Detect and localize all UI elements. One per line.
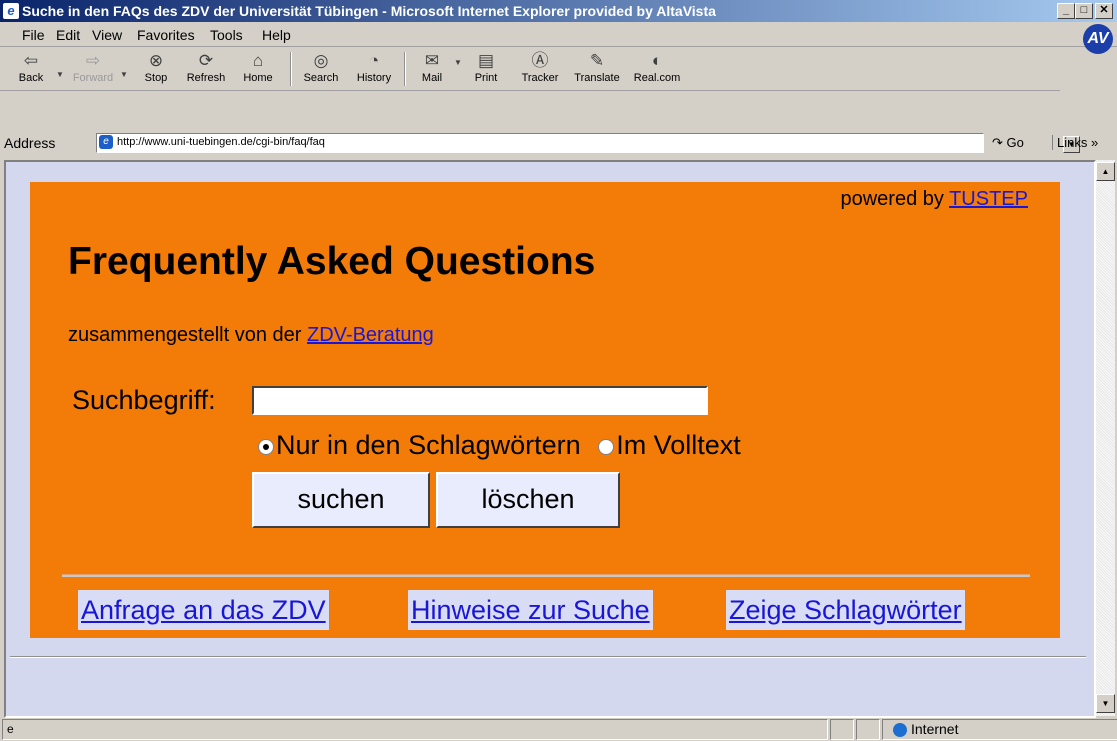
toolbar-separator	[404, 52, 406, 86]
search-scope: Nur in den Schlagwörtern Im Volltext	[258, 430, 741, 461]
back-button[interactable]: ⇦ Back	[10, 50, 52, 84]
radio-keywords[interactable]	[258, 438, 274, 455]
status-main: e	[2, 719, 828, 740]
altavista-logo: AV	[1083, 24, 1113, 54]
radio-fulltext[interactable]	[598, 438, 615, 455]
page-status-icon: e	[7, 722, 14, 736]
page-title: Frequently Asked Questions	[68, 240, 596, 283]
faq-panel: powered by TUSTEP Frequently Asked Quest…	[30, 182, 1060, 638]
mail-dropdown-icon[interactable]: ▼	[454, 58, 462, 67]
history-icon: ◔	[368, 51, 380, 70]
address-label: Address	[4, 135, 56, 151]
search-button-toolbar[interactable]: ◎ Search	[298, 50, 344, 84]
close-button[interactable]: ✕	[1095, 3, 1113, 19]
contact-zdv-link[interactable]: Anfrage an das ZDV	[78, 590, 329, 630]
status-bar: e Internet	[0, 717, 1117, 741]
window-title: Suche in den FAQs des ZDV der Universitä…	[22, 3, 716, 19]
address-url: http://www.uni-tuebingen.de/cgi-bin/faq/…	[117, 136, 325, 148]
forward-button[interactable]: ⇨ Forward	[68, 50, 118, 84]
status-pane	[830, 719, 854, 740]
tracker-button[interactable]: Ⓐ Tracker	[514, 50, 566, 84]
history-button[interactable]: ◔ History	[350, 50, 398, 84]
radio-fulltext-label: Im Volltext	[616, 430, 741, 460]
menu-bar: File Edit View Favorites Tools Help	[0, 24, 1117, 47]
zdv-beratung-link[interactable]: ZDV-Beratung	[307, 324, 434, 346]
mail-icon: ✉	[424, 51, 440, 70]
forward-dropdown-icon[interactable]: ▼	[120, 70, 128, 79]
realcom-icon: ◐	[651, 51, 663, 70]
powered-by: powered by TUSTEP	[840, 188, 1028, 210]
forward-arrow-icon: ⇨	[85, 51, 101, 70]
stop-icon: ⊗	[148, 51, 164, 70]
home-icon: ⌂	[252, 51, 264, 70]
search-icon: ◎	[313, 51, 329, 70]
mail-button[interactable]: ✉ Mail	[412, 50, 452, 84]
translate-button[interactable]: ✎ Translate	[568, 50, 626, 84]
clear-button[interactable]: löschen	[436, 472, 620, 528]
tustep-link[interactable]: TUSTEP	[949, 188, 1028, 210]
menu-tools[interactable]: Tools	[210, 27, 243, 43]
window-titlebar: e Suche in den FAQs des ZDV der Universi…	[0, 0, 1117, 22]
translate-icon: ✎	[589, 51, 605, 70]
divider	[62, 574, 1030, 577]
menu-help[interactable]: Help	[262, 27, 291, 43]
stop-button[interactable]: ⊗ Stop	[136, 50, 176, 84]
back-dropdown-icon[interactable]: ▼	[56, 70, 64, 79]
address-bar: Address e http://www.uni-tuebingen.de/cg…	[0, 132, 1117, 154]
page-viewport: powered by TUSTEP Frequently Asked Quest…	[4, 160, 1096, 718]
menu-file[interactable]: File	[22, 27, 45, 43]
radio-keywords-label: Nur in den Schlagwörtern	[276, 430, 581, 460]
tracker-icon: Ⓐ	[531, 51, 549, 70]
search-button[interactable]: suchen	[252, 472, 430, 528]
back-arrow-icon: ⇦	[23, 51, 39, 70]
ie-icon[interactable]: e	[3, 3, 19, 19]
refresh-icon: ⟳	[198, 51, 214, 70]
vertical-scrollbar[interactable]: ▲ ▼	[1096, 160, 1115, 716]
page-divider	[10, 656, 1086, 658]
status-pane	[856, 719, 880, 740]
address-input[interactable]: e http://www.uni-tuebingen.de/cgi-bin/fa…	[96, 133, 1080, 153]
links-button[interactable]: Links »	[1052, 135, 1098, 150]
page-subtitle: zusammengestellt von der ZDV-Beratung	[68, 324, 434, 346]
show-keywords-link[interactable]: Zeige Schlagwörter	[726, 590, 965, 630]
security-zone: Internet	[882, 719, 1117, 740]
realcom-button[interactable]: ◐ Real.com	[628, 50, 686, 84]
scroll-up-icon[interactable]: ▲	[1096, 162, 1115, 181]
minimize-button[interactable]: _	[1057, 3, 1075, 19]
search-label: Suchbegriff:	[72, 385, 216, 415]
search-help-link[interactable]: Hinweise zur Suche	[408, 590, 653, 630]
go-arrow-icon: ↷	[992, 135, 1003, 150]
print-icon: ▤	[477, 51, 495, 70]
go-button[interactable]: ↷ Go	[992, 135, 1024, 151]
maximize-button[interactable]: □	[1075, 3, 1093, 19]
home-button[interactable]: ⌂ Home	[236, 50, 280, 84]
menu-favorites[interactable]: Favorites	[137, 27, 195, 43]
print-button[interactable]: ▤ Print	[466, 50, 506, 84]
refresh-button[interactable]: ⟳ Refresh	[181, 50, 231, 84]
scroll-down-icon[interactable]: ▼	[1096, 694, 1115, 713]
search-input[interactable]	[252, 386, 708, 415]
toolbar-separator	[290, 52, 292, 86]
page-icon: e	[99, 135, 113, 149]
menu-edit[interactable]: Edit	[56, 27, 80, 43]
menu-view[interactable]: View	[92, 27, 122, 43]
toolbar: ⇦ Back ▼ ⇨ Forward ▼ ⊗ Stop ⟳ Refresh ⌂ …	[0, 48, 1060, 91]
globe-icon	[893, 723, 907, 738]
